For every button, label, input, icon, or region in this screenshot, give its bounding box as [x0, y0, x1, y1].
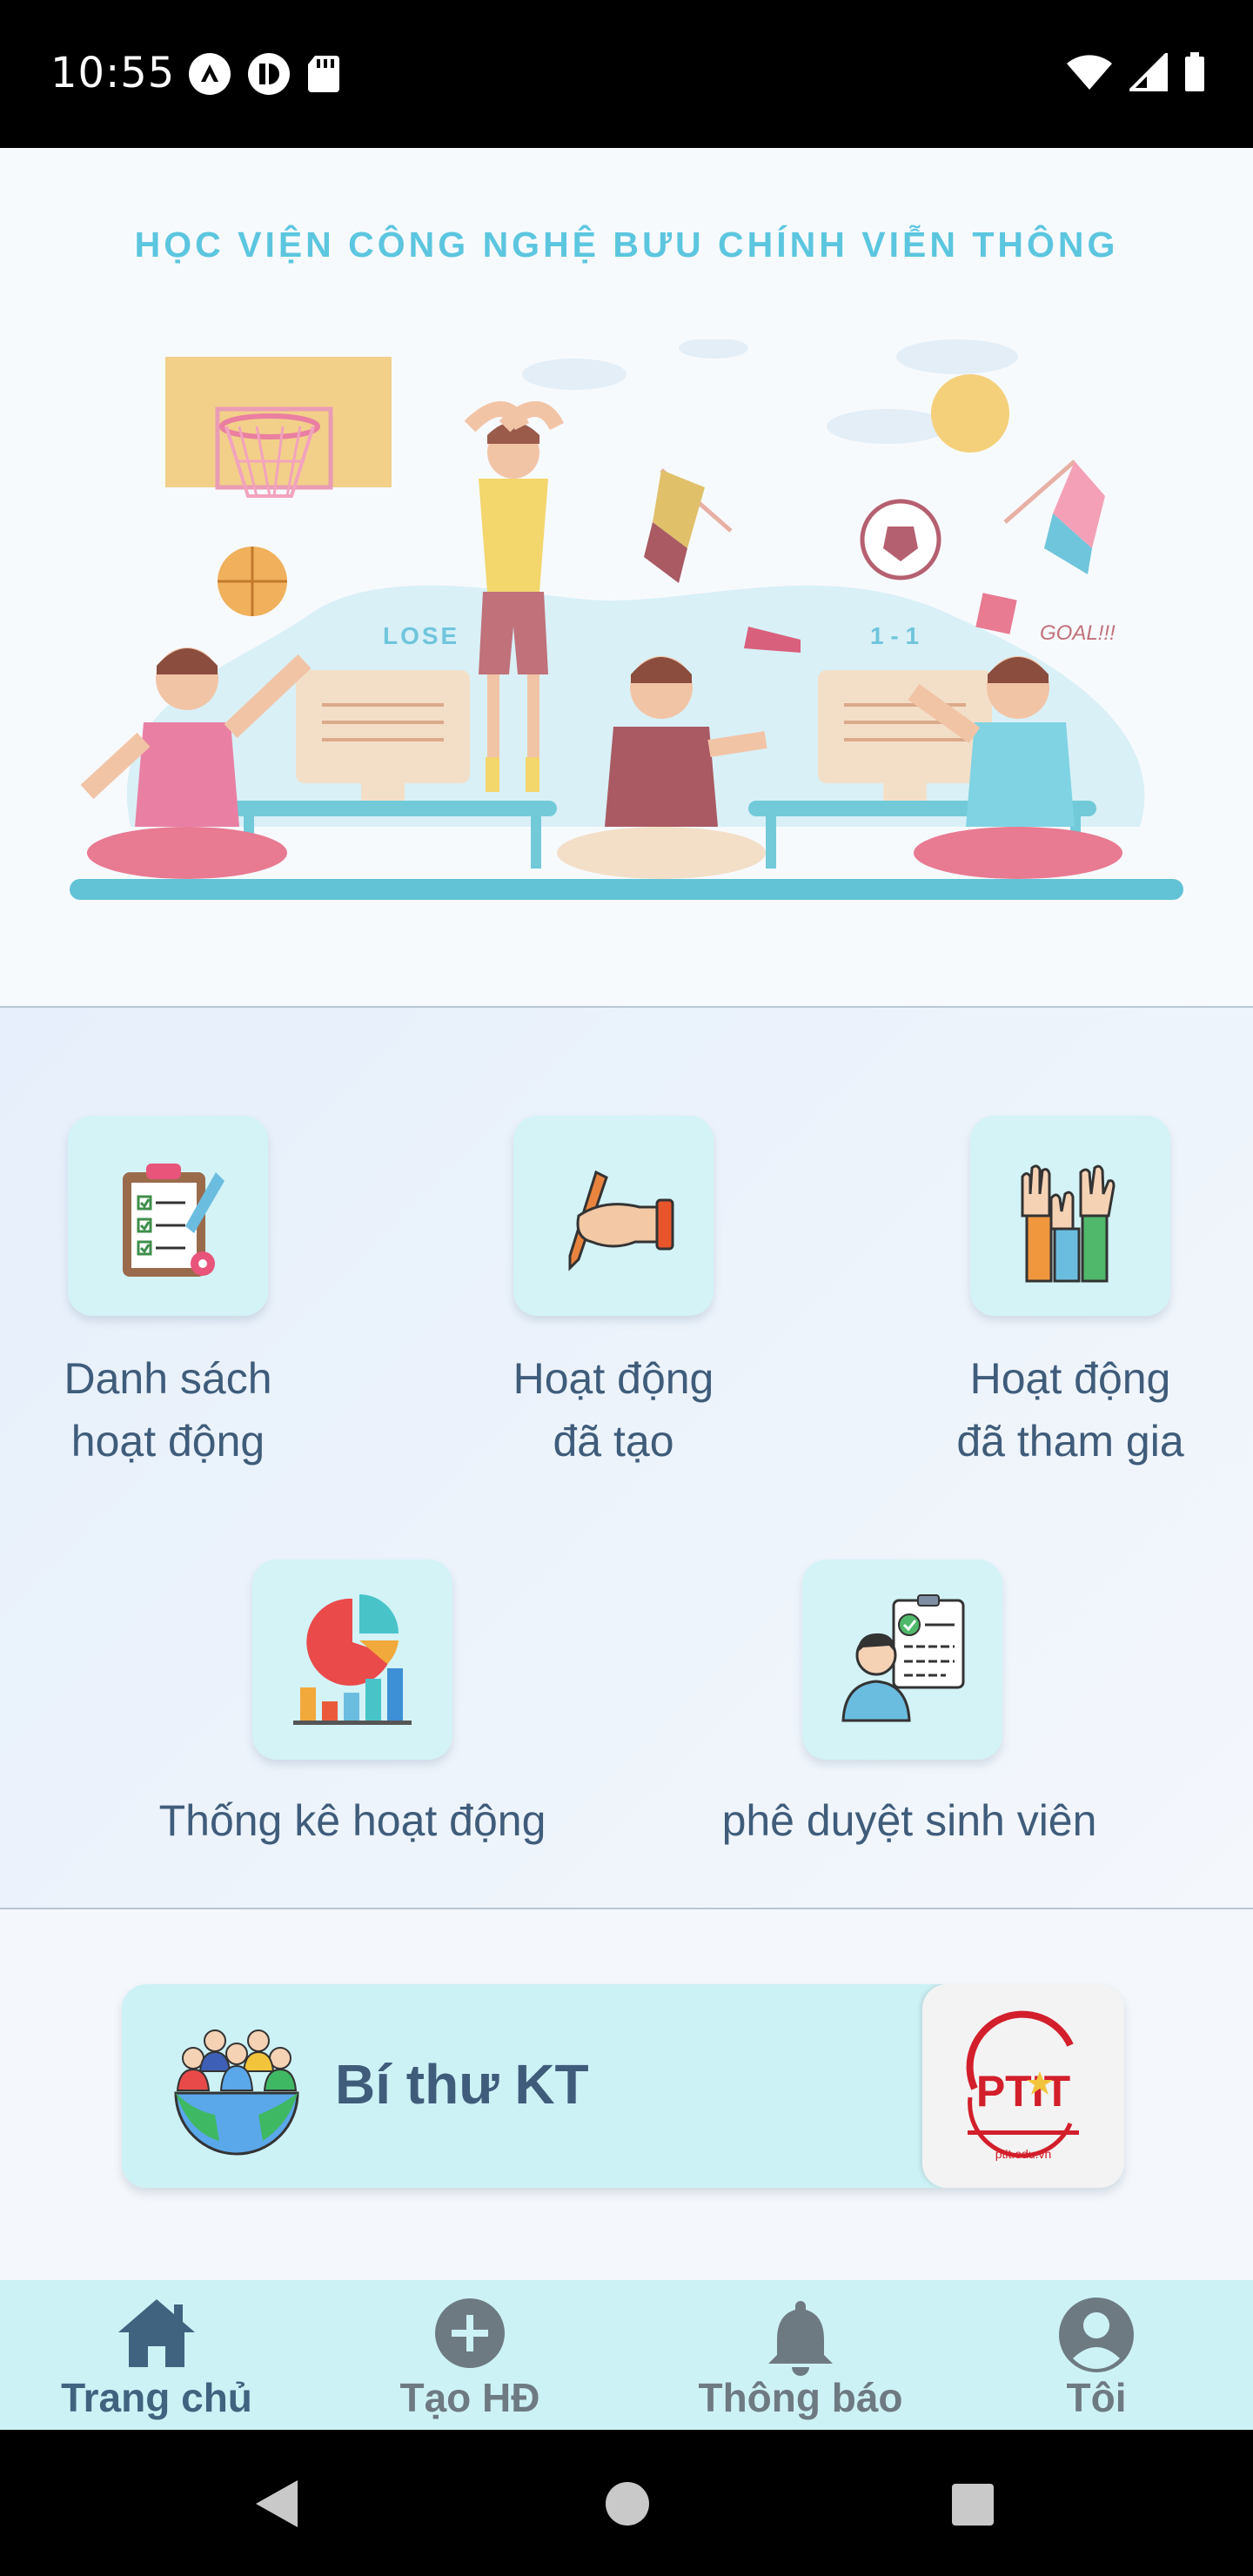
ptit-logo: PTIT ptit.edu.vn: [922, 1984, 1124, 2188]
activity-list-button[interactable]: [68, 1116, 268, 1316]
bottom-navigation: Trang chủ Tạo HĐ Thông báo Tôi: [0, 2280, 1253, 2430]
add-circle-icon: [435, 2298, 505, 2368]
group-globe-icon: [174, 2029, 299, 2156]
raised-hands-icon: [1021, 1164, 1116, 1283]
activity-list-label: Danh sách hoạt động: [26, 1347, 310, 1472]
status-icons-left: [188, 52, 341, 96]
battery-icon: [1185, 52, 1204, 91]
ptit-logo-icon: PTIT ptit.edu.vn: [966, 2010, 1079, 2161]
created-activities-label-line1: Hoạt động: [513, 1354, 714, 1403]
ptit-logo-url: ptit.edu.vn: [995, 2147, 1052, 2161]
score-text: 1 - 1: [870, 622, 919, 649]
created-activities-label: Hoạt động đã tạo: [472, 1347, 755, 1472]
activity-statistics-label: Thống kê hoạt động: [158, 1796, 546, 1845]
account-icon: [1059, 2298, 1134, 2372]
nav-item-create-activity[interactable]: Tạo HĐ: [348, 2280, 592, 2430]
cellular-signal-icon: [1129, 53, 1168, 91]
recents-icon[interactable]: [950, 2482, 995, 2527]
joined-activities-label-line1: Hoạt động: [969, 1354, 1171, 1403]
writing-hand-icon: [568, 1170, 674, 1271]
nav-label-profile: Tôi: [1066, 2375, 1127, 2420]
lose-text: LOSE: [383, 622, 459, 649]
sd-card-icon: [308, 56, 339, 92]
status-bar: 10:55: [0, 0, 1253, 148]
statistics-chart-icon: [293, 1594, 412, 1725]
student-approval-label: phê duyệt sinh viên: [721, 1796, 1097, 1845]
system-navigation-bar: [0, 2430, 1253, 2576]
ptit-logo-text: PTIT: [976, 2067, 1070, 2116]
activity-list-label-line2: hoạt động: [70, 1417, 265, 1466]
app-notification-icon: [189, 53, 231, 95]
joined-activities-button[interactable]: [970, 1116, 1170, 1316]
nav-item-notifications[interactable]: Thông báo: [679, 2280, 922, 2430]
bell-icon: [768, 2301, 833, 2376]
banner: HỌC VIỆN CÔNG NGHỆ BƯU CHÍNH VIỄN THÔNG …: [0, 148, 1253, 1006]
activity-statistics-button[interactable]: [252, 1560, 452, 1760]
student-approval-button[interactable]: [802, 1560, 1002, 1760]
home-button-icon[interactable]: [604, 2480, 651, 2527]
created-activities-label-line2: đã tạo: [553, 1417, 674, 1466]
back-icon[interactable]: [252, 2477, 301, 2531]
nav-label-create-activity: Tạo HĐ: [399, 2375, 540, 2420]
student-approval-icon: [841, 1594, 965, 1722]
nav-item-home[interactable]: Trang chủ: [35, 2280, 278, 2430]
joined-activities-label-line2: đã tham gia: [956, 1417, 1184, 1466]
nav-label-home: Trang chủ: [61, 2375, 252, 2420]
media-notification-icon: [248, 53, 290, 95]
checklist-icon: [123, 1164, 224, 1277]
nav-item-profile[interactable]: Tôi: [975, 2280, 1218, 2430]
wifi-icon: [1067, 55, 1112, 90]
activity-list-label-line1: Danh sách: [64, 1354, 272, 1403]
joined-activities-label: Hoạt động đã tham gia: [905, 1347, 1236, 1472]
home-icon: [118, 2299, 195, 2367]
card-title: Bí thư KT: [335, 2053, 589, 2116]
secretary-card[interactable]: Bí thư KT PTIT ptit.edu.vn: [122, 1984, 1124, 2188]
status-icons-right: [1065, 52, 1206, 92]
banner-title: HỌC VIỆN CÔNG NGHỆ BƯU CHÍNH VIỄN THÔNG: [134, 225, 1119, 265]
goal-text: GOAL!!!: [1040, 621, 1116, 645]
created-activities-button[interactable]: [513, 1116, 714, 1316]
nav-label-notifications: Thông báo: [698, 2375, 903, 2420]
status-time: 10:55: [50, 49, 176, 97]
esports-illustration: LOSE 1 - 1 GOAL!!!: [70, 339, 1183, 900]
